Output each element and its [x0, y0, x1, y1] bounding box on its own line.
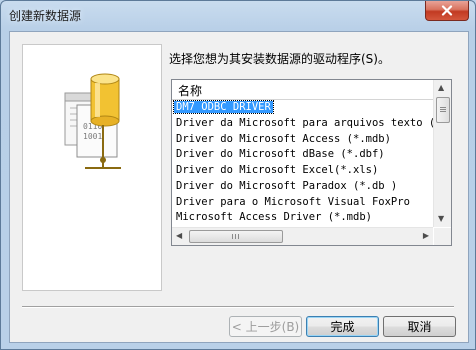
horizontal-scroll-thumb[interactable]: [189, 230, 283, 243]
dialog-window: 创建新数据源 0110 1001 选择您想为其安装数据源的驱动程序(S)。 名称…: [0, 0, 476, 350]
scroll-right-arrow-icon[interactable]: ▶: [423, 232, 429, 240]
vertical-scrollbar[interactable]: ▲ ▼: [433, 80, 451, 227]
driver-listbox[interactable]: 名称 DM7 ODBC DRIVER Driver da Microsoft p…: [171, 79, 452, 246]
svg-text:1001: 1001: [83, 132, 102, 141]
finish-button[interactable]: 完成: [306, 316, 379, 337]
window-title: 创建新数据源: [9, 9, 82, 23]
list-item[interactable]: Driver da Microsoft para arquivos texto …: [172, 116, 433, 132]
column-header-label: 名称: [178, 84, 203, 98]
grip-line: [235, 234, 236, 239]
list-item-label: Driver para o Microsoft Visual FoxPro: [176, 195, 410, 208]
grip-line: [440, 109, 446, 110]
vertical-scroll-thumb[interactable]: [436, 97, 450, 123]
grip-line: [440, 107, 446, 108]
list-item-label: Driver do Microsoft Excel(*.xls): [176, 164, 379, 176]
list-item[interactable]: Microsoft Access Driver (*.mdb): [172, 210, 433, 226]
list-item-label: Driver do Microsoft Paradox (*.db ): [176, 179, 398, 192]
list-item[interactable]: DM7 ODBC DRIVER: [172, 100, 433, 116]
grip-line: [440, 111, 446, 112]
scroll-left-arrow-icon[interactable]: ◀: [176, 232, 182, 240]
list-item-label: DM7 ODBC DRIVER: [173, 100, 274, 114]
close-button[interactable]: [425, 1, 469, 21]
column-header-name[interactable]: 名称: [172, 80, 433, 100]
close-icon: [441, 5, 453, 16]
list-item-label: Driver do Microsoft dBase (*.dbf): [176, 148, 385, 161]
button-separator: [22, 306, 454, 308]
list-item-label: Microsoft Access Driver (*.mdb): [176, 211, 372, 224]
driver-list: DM7 ODBC DRIVER Driver da Microsoft para…: [172, 100, 433, 226]
grip-line: [232, 234, 233, 239]
instruction-label: 选择您想为其安装数据源的驱动程序(S)。: [169, 52, 390, 66]
title-bar[interactable]: 创建新数据源: [1, 1, 475, 31]
list-item[interactable]: Driver do Microsoft Excel(*.xls): [172, 163, 433, 179]
list-item[interactable]: Driver do Microsoft Paradox (*.db ): [172, 179, 433, 195]
list-item-label: Driver da Microsoft para arquivos texto …: [176, 116, 433, 129]
horizontal-scrollbar[interactable]: ◀ ▶: [172, 227, 433, 245]
list-item[interactable]: Driver para o Microsoft Visual FoxPro: [172, 195, 433, 211]
scroll-up-arrow-icon[interactable]: ▲: [438, 84, 444, 92]
list-item-label: Driver do Microsoft Access (*.mdb): [176, 132, 391, 145]
grip-line: [238, 234, 239, 239]
list-item[interactable]: Driver do Microsoft Access (*.mdb): [172, 132, 433, 148]
list-item[interactable]: Driver do Microsoft dBase (*.dbf): [172, 147, 433, 163]
scrollbar-corner: [434, 228, 451, 245]
wizard-illustration: 0110 1001: [22, 44, 162, 291]
scroll-down-arrow-icon[interactable]: ▼: [438, 215, 444, 223]
dialog-client-area: 0110 1001 选择您想为其安装数据源的驱动程序(S)。 名称 DM7 OD…: [9, 31, 469, 343]
back-button[interactable]: < 上一步(B): [229, 316, 302, 337]
cancel-button[interactable]: 取消: [383, 316, 456, 337]
database-driver-icon: 0110 1001: [64, 73, 121, 169]
